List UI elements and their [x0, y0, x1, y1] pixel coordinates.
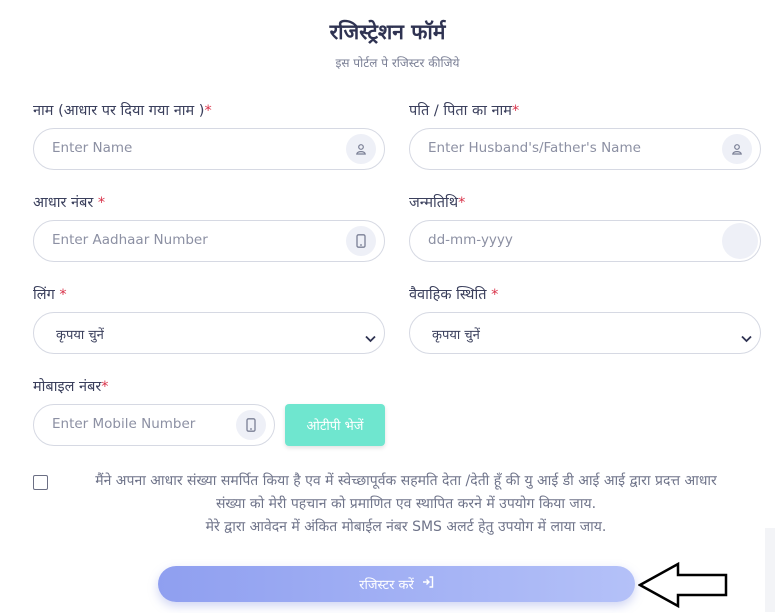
- consent-line-1: मैंने अपना आधार संख्या समर्पित किया है ए…: [95, 473, 717, 489]
- required-mark: *: [204, 103, 212, 119]
- required-mark: *: [101, 379, 109, 395]
- required-mark: *: [491, 287, 499, 303]
- required-mark: *: [59, 287, 67, 303]
- consent-checkbox[interactable]: [33, 475, 48, 490]
- dob-placeholder: dd-mm-yyyy: [428, 232, 513, 248]
- gender-selected-value: कृपया चुनें: [56, 328, 104, 343]
- mobile-input[interactable]: Enter Mobile Number: [33, 404, 275, 446]
- mobile-label-text: मोबाइल नंबर: [33, 379, 102, 395]
- name-label-text: नाम (आधार पर दिया गया नाम ): [33, 103, 205, 119]
- form-title: रजिस्ट्रेशन फॉर्म: [329, 20, 446, 44]
- user-icon: [346, 134, 376, 164]
- phone-icon: [346, 226, 376, 256]
- register-button-label: रजिस्टर करें: [359, 578, 414, 593]
- send-otp-button[interactable]: ओटीपी भेजें: [285, 404, 385, 446]
- aadhaar-label-text: आधार नंबर: [33, 195, 98, 211]
- name-input[interactable]: Enter Name: [33, 128, 385, 170]
- guardian-placeholder: Enter Husband's/Father's Name: [428, 140, 641, 156]
- gender-select[interactable]: कृपया चुनें: [33, 312, 385, 354]
- marital-label: वैवाहिक स्थिति *: [409, 284, 498, 304]
- dob-label-text: जन्मतिथि: [409, 195, 459, 211]
- consent-text: मैंने अपना आधार संख्या समर्पित किया है ए…: [50, 470, 762, 539]
- name-label: नाम (आधार पर दिया गया नाम )*: [33, 100, 212, 120]
- mobile-placeholder: Enter Mobile Number: [52, 416, 196, 432]
- required-mark: *: [511, 103, 520, 119]
- marital-label-text: वैवाहिक स्थिति: [409, 287, 492, 303]
- aadhaar-placeholder: Enter Aadhaar Number: [52, 232, 208, 248]
- gender-label-text: लिंग: [33, 287, 60, 303]
- phone-icon: [236, 410, 266, 440]
- register-button[interactable]: रजिस्टर करें: [158, 566, 635, 602]
- pointer-arrow-icon: [637, 561, 730, 613]
- guardian-label-text: पति / पिता का नाम: [409, 103, 512, 119]
- aadhaar-label: आधार नंबर *: [33, 192, 105, 212]
- consent-line-3: मेरे द्वारा आवेदन में अंकित मोबाईल नंबर …: [205, 519, 607, 535]
- mobile-label: मोबाइल नंबर*: [33, 376, 109, 396]
- guardian-label: पति / पिता का नाम*: [409, 100, 519, 120]
- chevron-down-icon: [741, 328, 752, 347]
- dob-input[interactable]: dd-mm-yyyy: [409, 220, 761, 262]
- marital-status-select[interactable]: कृपया चुनें: [409, 312, 761, 354]
- consent-line-2: संख्या को मेरी पहचान को प्रमाणित एव स्था…: [215, 496, 597, 512]
- dob-label: जन्मतिथि*: [409, 192, 465, 212]
- gender-label: लिंग *: [33, 284, 67, 304]
- required-mark: *: [97, 195, 106, 211]
- page-edge: [765, 528, 775, 612]
- user-icon: [722, 134, 752, 164]
- calendar-icon[interactable]: [722, 223, 758, 259]
- form-subtitle: इस पोर्टल पे रजिस्टर कीजिये: [335, 56, 460, 70]
- login-arrow-icon: [422, 576, 434, 592]
- chevron-down-icon: [365, 328, 376, 347]
- required-mark: *: [458, 195, 466, 211]
- name-placeholder: Enter Name: [52, 140, 133, 156]
- guardian-name-input[interactable]: Enter Husband's/Father's Name: [409, 128, 761, 170]
- marital-selected-value: कृपया चुनें: [432, 328, 480, 343]
- aadhaar-input[interactable]: Enter Aadhaar Number: [33, 220, 385, 262]
